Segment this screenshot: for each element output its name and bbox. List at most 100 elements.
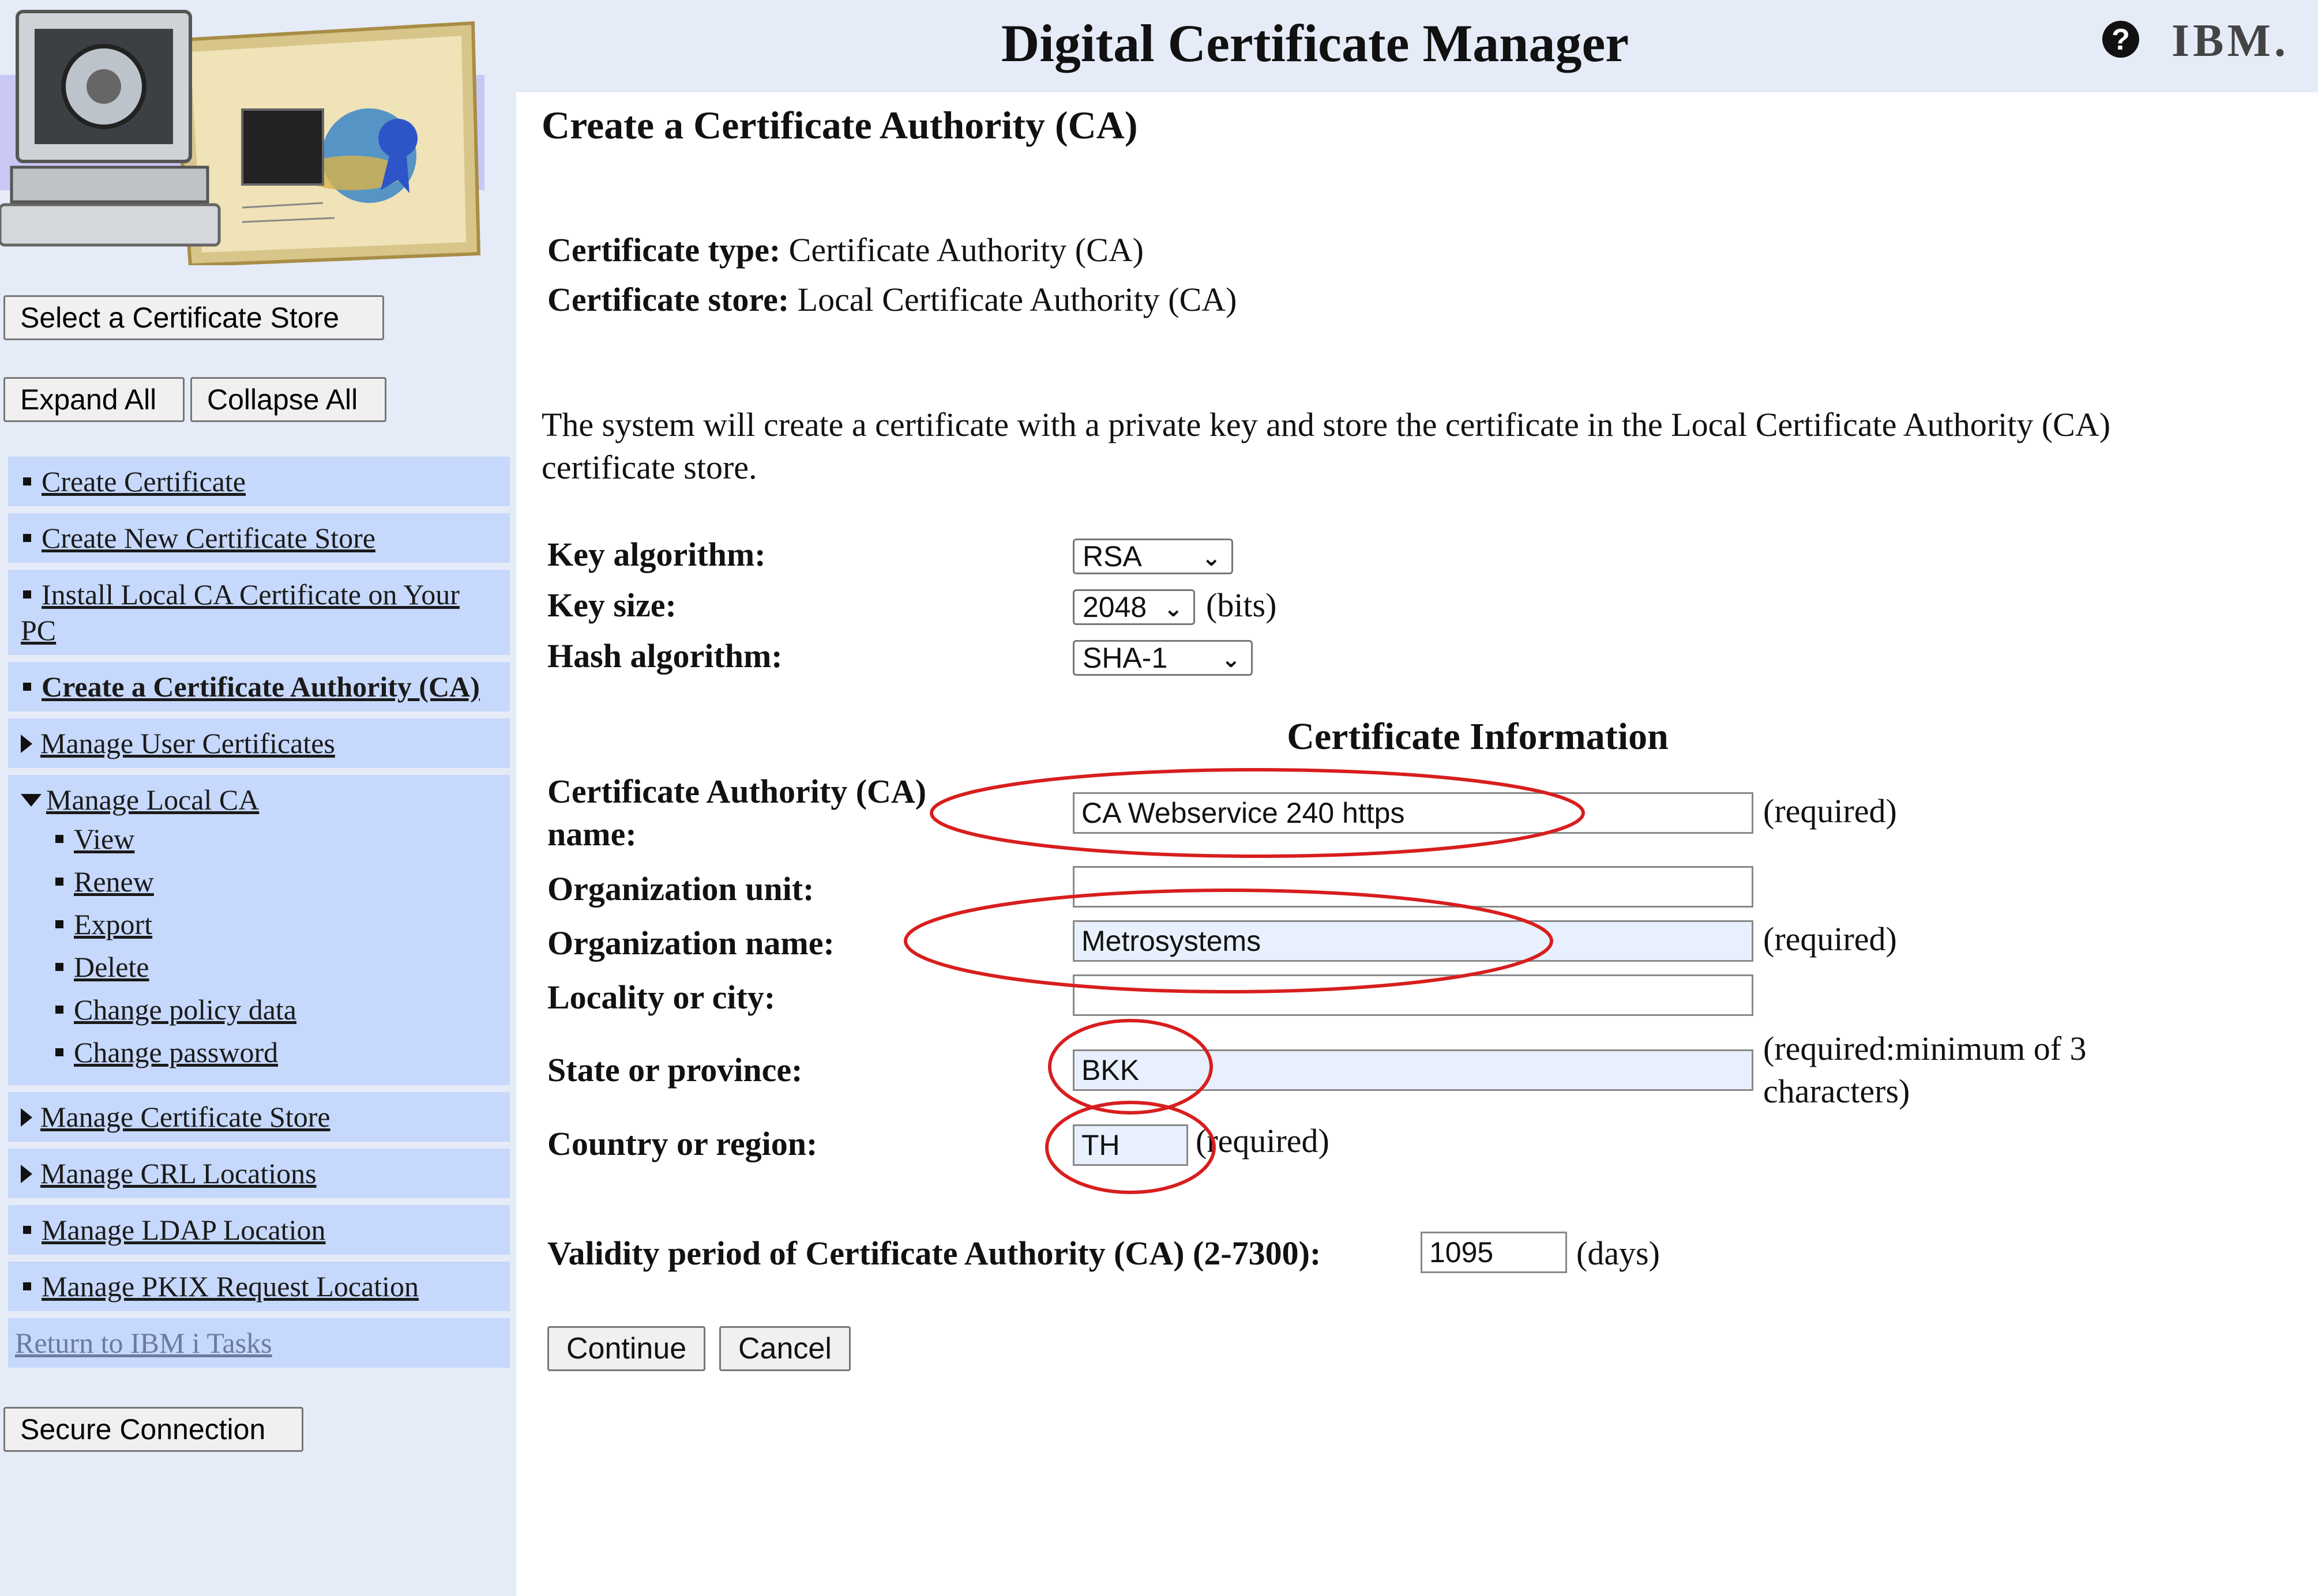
organization-unit-input[interactable]: [1073, 866, 1753, 908]
description-text: The system will create a certificate wit…: [542, 406, 2111, 486]
expand-all-button[interactable]: Expand All: [3, 377, 185, 422]
certificate-store-value: Local Certificate Authority (CA): [797, 281, 1237, 318]
view-link[interactable]: View: [74, 823, 134, 855]
locality-label: Locality or city:: [547, 978, 776, 1016]
collapse-all-button[interactable]: Collapse All: [190, 377, 386, 422]
key-algorithm-select[interactable]: RSA ⌄: [1073, 539, 1233, 574]
manage-pkix-request-location-link[interactable]: Manage PKIX Request Location: [42, 1270, 419, 1303]
ca-name-required-note: (required): [1763, 792, 1897, 830]
state-required-note: (required:minimum of 3 characters): [1763, 1030, 2087, 1110]
sidebar-item-manage-local-ca: Manage Local CA View Renew Export Delete…: [8, 775, 510, 1085]
expand-arrow-icon[interactable]: [21, 1108, 32, 1127]
sidebar-item-create-ca: Create a Certificate Authority (CA): [8, 662, 510, 712]
validity-period-unit: (days): [1576, 1234, 1660, 1272]
validity-period-input[interactable]: 1095: [1421, 1232, 1567, 1273]
certificate-type-value: Certificate Authority (CA): [788, 231, 1144, 269]
locality-input[interactable]: [1073, 974, 1753, 1016]
sidebar-item-manage-certificate-store: Manage Certificate Store: [8, 1092, 510, 1142]
submenu-item-export: Export: [53, 903, 501, 946]
export-link[interactable]: Export: [74, 908, 152, 940]
ibm-logo: IBM.: [2172, 16, 2289, 66]
submenu-item-change-password: Change password: [53, 1031, 501, 1074]
chevron-down-icon: ⌄: [1201, 545, 1221, 571]
state-input[interactable]: BKK: [1073, 1049, 1753, 1091]
manage-ldap-location-link[interactable]: Manage LDAP Location: [42, 1214, 325, 1246]
sidebar-navigation: Create Certificate Create New Certificat…: [8, 457, 510, 1368]
expand-arrow-icon[interactable]: [21, 734, 32, 753]
hash-algorithm-select[interactable]: SHA-1 ⌄: [1073, 640, 1253, 676]
hash-algorithm-label: Hash algorithm:: [547, 637, 783, 675]
submenu-item-change-policy-data: Change policy data: [53, 988, 501, 1031]
bullet-icon: [55, 1005, 63, 1014]
change-password-link[interactable]: Change password: [74, 1036, 278, 1068]
bullet-icon: [55, 1048, 63, 1056]
submenu-item-view: View: [53, 818, 501, 860]
key-size-select[interactable]: 2048 ⌄: [1073, 589, 1195, 625]
manage-certificate-store-link[interactable]: Manage Certificate Store: [40, 1101, 330, 1133]
submenu-item-renew: Renew: [53, 860, 501, 903]
sidebar-item-manage-user-certificates: Manage User Certificates: [8, 718, 510, 768]
header-bar: Digital Certificate Manager ? IBM.: [516, 0, 2318, 92]
key-algorithm-value: RSA: [1083, 540, 1142, 573]
state-label: State or province:: [547, 1051, 803, 1089]
organization-name-input[interactable]: Metrosystems: [1073, 920, 1753, 962]
sidebar-item-create-new-certificate-store: Create New Certificate Store: [8, 513, 510, 563]
return-to-ibm-i-tasks-link[interactable]: Return to IBM i Tasks: [15, 1327, 272, 1359]
key-size-label: Key size:: [547, 586, 677, 624]
computer-certificate-illustration: [0, 10, 484, 265]
bullet-icon: [55, 834, 63, 843]
manage-local-ca-submenu: View Renew Export Delete Change policy d…: [21, 818, 501, 1074]
bullet-icon: [23, 477, 31, 485]
certificate-type-line: Certificate type: Certificate Authority …: [547, 231, 1144, 269]
manage-crl-locations-link[interactable]: Manage CRL Locations: [40, 1157, 317, 1190]
continue-button[interactable]: Continue: [547, 1326, 706, 1371]
create-new-certificate-store-link[interactable]: Create New Certificate Store: [42, 522, 375, 554]
ca-name-label: Certificate Authority (CA) name:: [547, 773, 927, 853]
country-label: Country or region:: [547, 1125, 818, 1162]
expand-arrow-icon[interactable]: [21, 1164, 32, 1183]
hash-algorithm-value: SHA-1: [1083, 642, 1168, 674]
sidebar-item-install-local-ca: Install Local CA Certificate on Your PC: [8, 570, 510, 655]
main-content: Create a Certificate Authority (CA) Cert…: [516, 92, 2318, 1596]
bullet-icon: [55, 877, 63, 886]
country-required-note: (required): [1196, 1122, 1329, 1160]
manage-user-certificates-link[interactable]: Manage User Certificates: [40, 727, 335, 759]
bullet-icon: [55, 962, 63, 971]
bullet-icon: [23, 590, 31, 598]
submenu-item-delete: Delete: [53, 946, 501, 988]
sidebar-item-manage-crl-locations: Manage CRL Locations: [8, 1149, 510, 1198]
bullet-icon: [23, 1282, 31, 1290]
bullet-icon: [23, 682, 31, 691]
ca-name-input[interactable]: CA Webservice 240 https: [1073, 792, 1753, 834]
certificate-store-line: Certificate store: Local Certificate Aut…: [547, 280, 1237, 319]
cancel-button[interactable]: Cancel: [719, 1326, 851, 1371]
delete-link[interactable]: Delete: [74, 951, 149, 983]
renew-link[interactable]: Renew: [74, 865, 154, 898]
chevron-down-icon: ⌄: [1163, 596, 1183, 622]
key-size-unit: (bits): [1206, 586, 1277, 624]
key-size-value: 2048: [1083, 591, 1147, 623]
install-local-ca-link[interactable]: Install Local CA Certificate on Your PC: [21, 578, 460, 646]
collapse-arrow-icon[interactable]: [21, 793, 42, 807]
select-certificate-store-button[interactable]: Select a Certificate Store: [3, 295, 384, 340]
certificate-store-label: Certificate store:: [547, 281, 790, 318]
certificate-information-heading: Certificate Information: [1287, 716, 1669, 758]
validity-period-label: Validity period of Certificate Authority…: [547, 1234, 1321, 1272]
create-ca-link[interactable]: Create a Certificate Authority (CA): [42, 671, 480, 703]
bullet-icon: [23, 533, 31, 542]
country-input[interactable]: TH: [1073, 1124, 1188, 1166]
bullet-icon: [55, 920, 63, 928]
secure-connection-button[interactable]: Secure Connection: [3, 1407, 303, 1452]
manage-local-ca-link[interactable]: Manage Local CA: [46, 784, 259, 816]
certificate-type-label: Certificate type:: [547, 231, 781, 269]
help-icon[interactable]: ?: [2102, 21, 2139, 58]
change-policy-data-link[interactable]: Change policy data: [74, 993, 296, 1026]
organization-unit-label: Organization unit:: [547, 870, 814, 908]
organization-name-required-note: (required): [1763, 920, 1897, 958]
organization-name-label: Organization name:: [547, 924, 835, 962]
sidebar-item-manage-ldap-location: Manage LDAP Location: [8, 1205, 510, 1255]
create-certificate-link[interactable]: Create Certificate: [42, 465, 246, 498]
page-title: Create a Certificate Authority (CA): [542, 103, 1138, 147]
key-algorithm-label: Key algorithm:: [547, 536, 766, 573]
sidebar: Select a Certificate Store Expand All Co…: [0, 0, 516, 1596]
